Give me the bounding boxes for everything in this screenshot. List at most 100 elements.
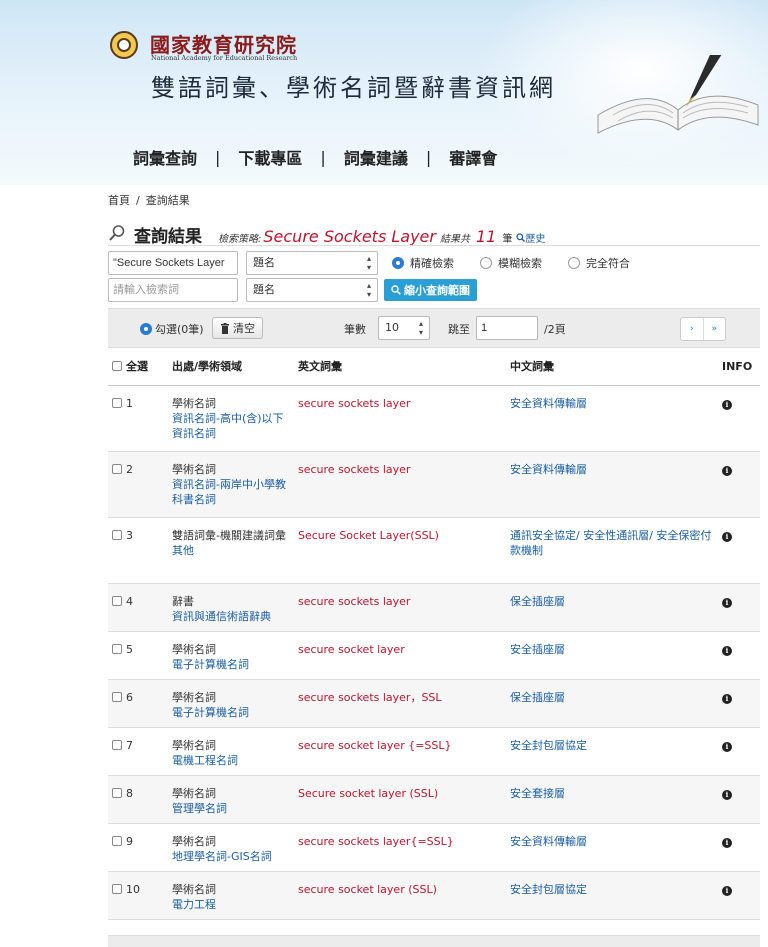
info-icon[interactable]: i [722,693,732,704]
info-icon[interactable]: i [722,645,732,656]
english-term-link[interactable]: secure socket layer (SSL) [294,871,506,920]
mode-fuzzy-radio[interactable]: 模糊檢索 [480,255,542,271]
checkbox[interactable] [112,397,122,408]
search-small-icon [516,233,526,242]
source-type: 學術名詞 [172,462,216,476]
chinese-term-link[interactable]: 安全套接層 [506,775,718,824]
checkbox[interactable] [112,691,122,702]
info-icon[interactable]: i [722,399,732,410]
chinese-term-link[interactable]: 安全封包層協定 [506,871,718,920]
site-title: 雙語詞彙、學術名詞暨辭書資訊網 [151,74,556,102]
info-icon[interactable]: i [722,531,732,542]
table-row: 2 學術名詞 資訊名詞-兩岸中小學教科書名詞 secure sockets layer… [108,451,760,518]
field-select-2[interactable]: 題名 ▴ ▾ [246,278,378,302]
checkbox[interactable] [112,835,122,846]
checked-count[interactable]: 勾選(0筆) [140,321,204,337]
search-row-2: 請輸入檢索詞 題名 ▴ ▾ 縮小查詢範圍 [108,278,477,302]
english-term-link[interactable]: secure sockets layer [294,451,506,518]
next-page-button[interactable]: › [681,318,704,340]
source-type: 雙語詞彙-機關建議詞彙 [172,528,286,542]
source-field-link[interactable]: 電子計算機名詞 [172,705,290,720]
source-field-link[interactable]: 地理學名詞-GIS名詞 [172,849,290,864]
pager: › » [680,317,726,341]
english-term-link[interactable]: secure sockets layer [294,583,506,632]
row-select-cell[interactable]: 8 [108,775,168,824]
table-row: 4 辭書 資訊與通信術語辭典 secure sockets layer 保全插座層 i [108,583,760,632]
table-row: 6 學術名詞 電子計算機名詞 secure sockets layer，SSL 保全插座… [108,679,760,728]
source-type: 學術名詞 [172,786,216,800]
mode-full-radio[interactable]: 完全符合 [568,255,630,271]
english-term-link[interactable]: Secure Socket Layer(SSL) [294,517,506,584]
row-select-cell[interactable]: 4 [108,583,168,632]
nav-suggest[interactable]: 詞彙建議 [344,145,408,169]
english-term-link[interactable]: Secure socket layer (SSL) [294,775,506,824]
chinese-term-link[interactable]: 安全插座層 [506,631,718,680]
english-term-link[interactable]: secure socket layer [294,631,506,680]
checkbox[interactable] [112,463,122,474]
checkbox[interactable] [112,787,122,798]
checkbox[interactable] [112,595,122,606]
row-select-cell[interactable]: 3 [108,517,168,584]
english-term-link[interactable]: secure socket layer {=SSL} [294,727,506,776]
nav-download[interactable]: 下載專區 [238,145,302,169]
chinese-term-link[interactable]: 通訊安全協定/ 安全性通訊層/ 安全保密付款機制 [506,517,718,584]
info-icon[interactable]: i [722,465,732,476]
field-select-1[interactable]: 題名 ▴ ▾ [246,251,378,275]
english-term-link[interactable]: secure sockets layer [294,385,506,452]
info-icon[interactable]: i [722,837,732,848]
last-page-button[interactable]: » [704,318,726,340]
naer-logo-icon[interactable] [110,31,138,59]
source-field-link[interactable]: 資訊名詞-高中(含)以下資訊名詞 [172,411,290,441]
row-select-cell[interactable]: 1 [108,385,168,452]
page-size-value: 10 [385,321,399,334]
row-select-cell[interactable]: 5 [108,631,168,680]
search-input-2[interactable]: 請輸入檢索詞 [108,278,238,302]
english-term-link[interactable]: secure sockets layer，SSL [294,679,506,728]
nav-separator: | [215,147,221,167]
source-field-link[interactable]: 電子計算機名詞 [172,657,290,672]
info-icon[interactable]: i [722,597,732,608]
checkbox[interactable] [112,883,122,894]
row-select-cell[interactable]: 7 [108,727,168,776]
page-size-select[interactable]: 10 ▴ ▾ [378,316,430,340]
nav-review[interactable]: 審譯會 [449,145,497,169]
chinese-term-link[interactable]: 安全資料傳輸層 [506,385,718,452]
source-field-link[interactable]: 資訊與通信術語辭典 [172,609,290,624]
chinese-term-link[interactable]: 安全封包層協定 [506,727,718,776]
info-icon[interactable]: i [722,789,732,800]
row-number: 2 [126,462,133,476]
search-input-1[interactable]: "Secure Sockets Layer [108,251,238,275]
checkbox[interactable] [112,529,122,540]
chinese-term-link[interactable]: 安全資料傳輸層 [506,451,718,518]
row-select-cell[interactable]: 2 [108,451,168,518]
checkbox[interactable] [112,361,122,372]
narrow-search-button[interactable]: 縮小查詢範圍 [384,279,477,301]
row-select-cell[interactable]: 9 [108,823,168,872]
history-link[interactable]: 歷史 [516,230,545,245]
mode-exact-radio[interactable]: 精確檢索 [392,255,454,271]
breadcrumb-home[interactable]: 首頁 [108,194,130,207]
source-field-link[interactable]: 其他 [172,543,290,558]
chinese-term-link[interactable]: 安全資料傳輸層 [506,823,718,872]
select-all-header[interactable]: 全選 [108,348,168,386]
row-select-cell[interactable]: 10 [108,871,168,920]
chinese-term-link[interactable]: 保全插座層 [506,679,718,728]
info-icon[interactable]: i [722,741,732,752]
source-field-link[interactable]: 管理學名詞 [172,801,290,816]
source-field-link[interactable]: 資訊名詞-兩岸中小學教科書名詞 [172,477,290,507]
chinese-term-link[interactable]: 保全插座層 [506,583,718,632]
info-icon[interactable]: i [722,885,732,896]
nav-vocab-search[interactable]: 詞彙查詢 [133,145,197,169]
clear-button[interactable]: 清空 [212,317,263,339]
source-cell: 辭書 資訊與通信術語辭典 [168,583,294,632]
source-field-link[interactable]: 電力工程 [172,897,290,912]
source-field-link[interactable]: 電機工程名詞 [172,753,290,768]
checkbox[interactable] [112,643,122,654]
history-label: 歷史 [525,234,546,245]
row-select-cell[interactable]: 6 [108,679,168,728]
jump-page-input[interactable]: 1 [476,316,538,340]
checkbox[interactable] [112,739,122,750]
mode-exact-label: 精確檢索 [410,257,454,270]
english-term-link[interactable]: secure sockets layer{=SSL} [294,823,506,872]
source-type: 學術名詞 [172,738,216,752]
